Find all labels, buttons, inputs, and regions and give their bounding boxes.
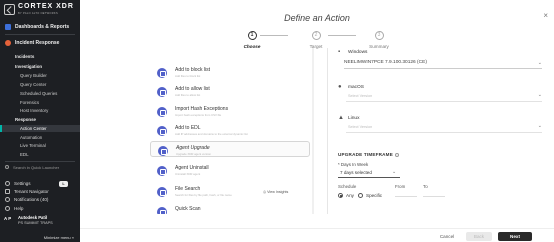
sidebar-item-scheduled-queries[interactable]: Scheduled Queries [0,90,80,97]
sidebar-item-live-terminal[interactable]: Live Terminal [0,142,80,149]
scan-icon [157,207,167,214]
step-choose[interactable]: 1 Choose [232,31,272,49]
action-agent-upgrade[interactable]: Agent Upgrade Upgrade XDR agent version [150,141,310,157]
logo-subtitle: BY PALO ALTO NETWORKS [18,12,58,15]
chevron-down-icon[interactable]: ⌄ [538,92,542,98]
divider [5,34,75,35]
minimize-menu-button[interactable]: Minimize menu « [44,235,74,240]
action-list: Add to block list Add files to block lis… [148,48,322,214]
action-add-to-allow-list[interactable]: Add to allow list Add files to allow lis… [150,83,310,99]
back-button[interactable]: Back [466,232,492,241]
action-add-to-edl[interactable]: Add to EDL Add IP addresses and domains … [150,122,310,138]
to-label: To [423,184,428,189]
panel-divider [327,48,328,214]
sidebar-item-action-center[interactable]: Action Center [0,125,80,132]
nav-settings[interactable]: Settings [0,180,80,188]
step-target: 2 Target [309,31,323,49]
help-icon [5,206,10,211]
upgrade-timeframe-title: UPGRADE TIMEFRAME [338,152,399,157]
cancel-button[interactable]: Cancel [435,232,459,241]
user-name: Autodesk Patil [18,215,48,220]
nav-help[interactable]: Help [0,205,80,213]
logo[interactable]: CORTEX XDR BY PALO ALTO NETWORKS [4,3,78,17]
from-label: From [395,184,406,189]
radio-specific[interactable]: Specific [358,193,382,199]
import-icon [157,107,167,117]
sidebar-item-query-builder[interactable]: Query Builder [0,72,80,79]
user-org: PS SUMMIT TRAPS [18,221,53,225]
sidebar-item-forensics[interactable]: Forensics [0,99,80,106]
language-toggle[interactable]: L [59,181,68,187]
cortex-logo-icon [4,4,15,15]
sidebar-item-investigation[interactable]: Investigation [0,63,80,70]
next-button[interactable]: Next [498,232,532,241]
chevron-down-icon[interactable]: ⌄ [538,60,542,66]
info-icon[interactable] [394,152,399,157]
from-time-input[interactable] [395,196,417,197]
radio-dot [338,193,343,199]
schedule-label: Schedule [338,184,357,189]
sidebar-item-automation[interactable]: Automation [0,134,80,141]
quick-launcher-search[interactable]: Search in Quick Launcher [4,165,76,171]
sidebar-item-edl[interactable]: EDL [0,151,80,158]
file-search-icon [157,187,167,197]
sidebar-item-query-center[interactable]: Query Center [0,81,80,88]
bell-icon [5,197,10,202]
upgrade-icon [158,146,168,156]
close-icon[interactable]: × [543,11,548,20]
radio-dot [358,193,363,199]
days-in-week-select[interactable]: 7 days selected [340,170,372,175]
edl-icon [157,126,167,136]
sidebar-item-incidents[interactable]: Incidents [0,53,80,60]
tenant-icon [5,189,10,194]
sidebar: CORTEX XDR BY PALO ALTO NETWORKS Dashboa… [0,0,80,242]
nav-tenant-navigator[interactable]: Tenant Navigator [0,188,80,196]
view-insights-link[interactable]: ◎ View Insights [263,190,288,194]
linux-icon: ▲ [338,115,344,121]
action-import-hash-exceptions[interactable]: Import Hash Exceptions Import hash excep… [150,103,310,119]
action-agent-uninstall[interactable]: Agent Uninstall Uninstall XDR agent [150,162,310,178]
page-title: Define an Action [284,13,350,23]
action-add-to-block-list[interactable]: Add to block list Add files to block lis… [150,64,310,80]
block-list-icon [157,68,167,78]
radio-any[interactable]: Any [338,193,354,199]
field-underline [338,177,400,178]
to-time-input[interactable] [423,196,445,197]
field-underline [344,68,542,69]
field-underline [346,132,542,133]
chevron-down-icon[interactable]: ⌄ [538,123,542,129]
uninstall-icon [157,166,167,176]
macos-version-select[interactable]: Select Version [348,94,372,98]
divider [5,161,75,162]
allow-list-icon [157,87,167,97]
incident-icon [5,40,11,46]
logo-text: CORTEX XDR [18,3,74,10]
nav-notifications[interactable]: Notifications (40) [0,196,80,204]
wizard-footer: Cancel Back Next [80,228,554,242]
dashboard-icon [5,24,11,30]
linux-version-select[interactable]: Select Version [348,125,372,129]
step-summary: 3 Summary [369,31,389,49]
field-underline [346,101,542,102]
insights-icon: ◎ [263,190,267,194]
chevron-left-icon: « [71,235,74,240]
scrollbar[interactable] [312,48,314,214]
main-panel: Define an Action × 1 Choose 2 Target 3 S… [80,0,554,242]
action-quick-scan[interactable]: Quick Scan [150,203,310,214]
sidebar-item-host-inventory[interactable]: Host Inventory [0,107,80,114]
days-in-week-label: * Days In Week [338,162,369,167]
gear-icon [5,181,10,186]
chevron-down-icon[interactable]: ⌄ [392,169,396,175]
agent-upgrade-config: ▪ Windows NEELIMWIN7PCE 7.9.100.30126 (C… [338,49,542,199]
search-icon [5,165,9,169]
windows-icon: ▪ [338,49,341,55]
nav-dashboards[interactable]: Dashboards & Reports [0,22,80,32]
avatar[interactable]: A P [4,216,14,223]
nav-incident-response[interactable]: Incident Response [0,38,80,48]
sidebar-item-response[interactable]: Response [0,116,80,123]
windows-version-select[interactable]: NEELIMWIN7PCE 7.9.100.30126 (CE) [344,60,427,65]
apple-icon: ● [338,84,342,90]
